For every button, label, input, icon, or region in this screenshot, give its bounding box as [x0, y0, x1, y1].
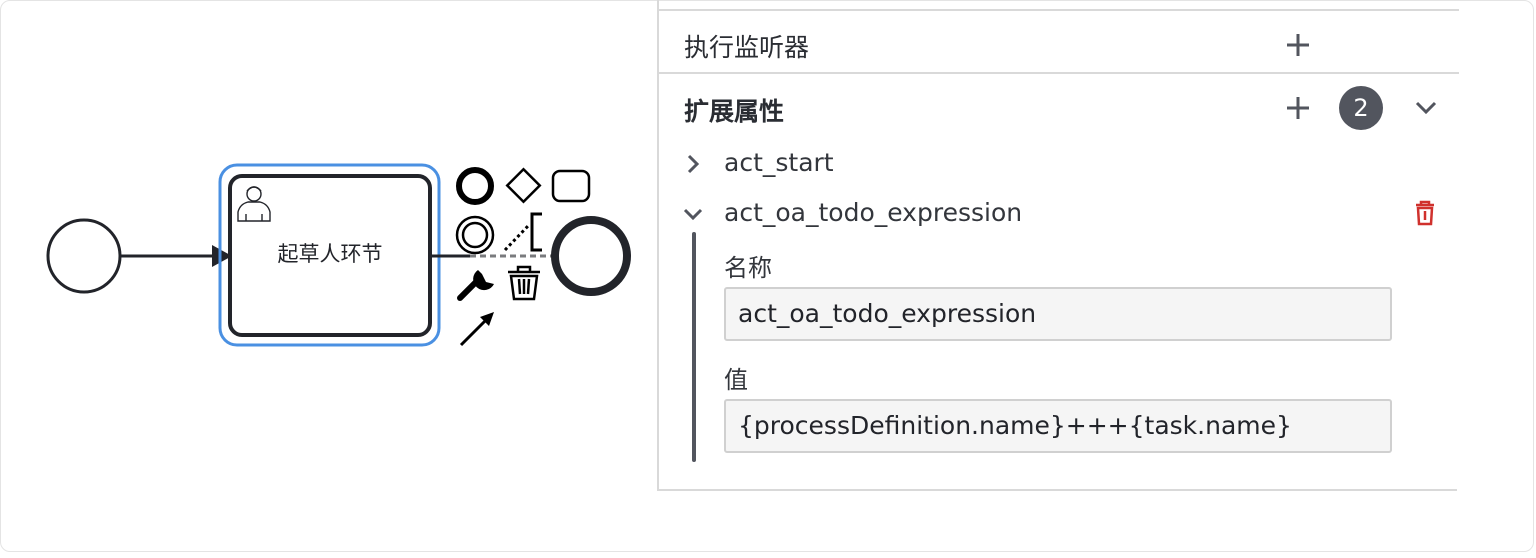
text-annotation-icon[interactable] — [503, 212, 542, 252]
name-input[interactable]: act_oa_todo_expression — [724, 287, 1392, 341]
extension-count-badge: 2 — [1339, 86, 1383, 130]
append-gateway-icon[interactable] — [505, 167, 542, 204]
task-label: 起草人环节 — [277, 242, 383, 266]
properties-panel: 执行监听器 扩展属性 2 act_start act_oa_todo_expre… — [657, 0, 1459, 491]
append-task-icon[interactable] — [551, 169, 591, 203]
divider — [659, 72, 1459, 74]
add-extension-plus-icon[interactable] — [1285, 95, 1311, 121]
divider — [659, 9, 1459, 11]
name-field-label: 名称 — [724, 254, 772, 282]
value-field-label: 值 — [724, 366, 748, 394]
diagram-svg — [46, 163, 631, 347]
append-intermediate-event-icon[interactable] — [455, 215, 495, 255]
add-listener-plus-icon[interactable] — [1285, 32, 1311, 58]
expanded-entry-bar — [692, 232, 696, 462]
delete-trash-icon[interactable] — [1414, 200, 1436, 226]
extension-properties-title[interactable]: 扩展属性 — [684, 92, 784, 128]
arrow-icon[interactable] — [459, 312, 494, 347]
start-event[interactable] — [46, 218, 122, 294]
end-event[interactable] — [551, 216, 631, 296]
bpmn-canvas[interactable]: 起草人环节 — [0, 0, 660, 554]
value-input[interactable]: {processDefinition.name}+++{task.name} — [724, 399, 1392, 453]
chevron-down-icon[interactable] — [1414, 99, 1438, 117]
chevron-down-icon[interactable] — [682, 206, 704, 222]
listeners-title[interactable]: 执行监听器 — [684, 28, 809, 64]
extension-item-act-start[interactable]: act_start — [724, 148, 834, 177]
append-end-event-icon[interactable] — [456, 167, 494, 205]
wrench-icon[interactable] — [457, 270, 494, 301]
chevron-right-icon[interactable] — [685, 153, 701, 175]
trash-icon[interactable] — [508, 265, 540, 301]
extension-item-act-oa-todo-expression[interactable]: act_oa_todo_expression — [724, 198, 1022, 227]
